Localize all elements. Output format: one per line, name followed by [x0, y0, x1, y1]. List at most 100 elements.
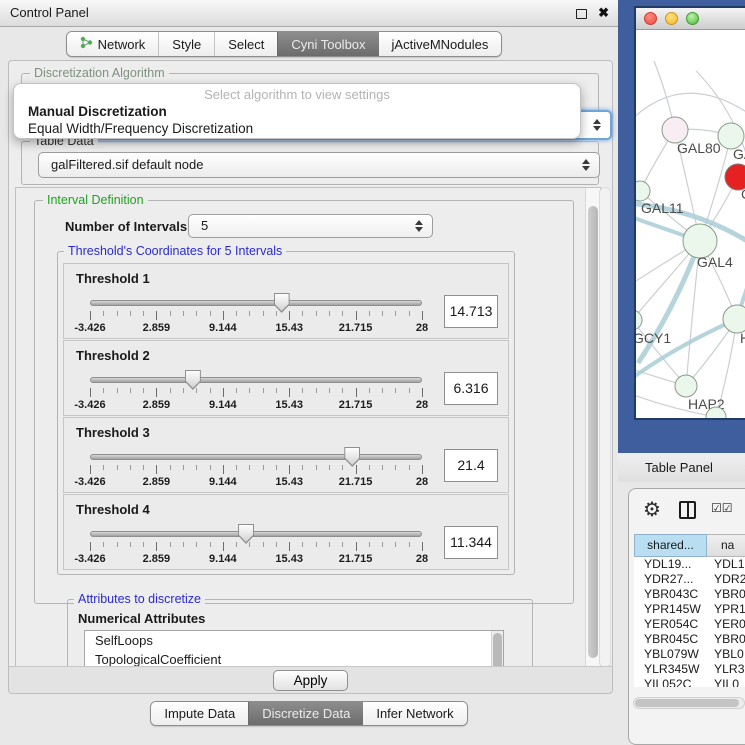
- network-canvas[interactable]: GAL80GALCGAL11GAL4GCY1HHAP2: [636, 31, 745, 418]
- outer-scrollbar[interactable]: [599, 187, 611, 668]
- attribute-list-item[interactable]: SelfLoops: [85, 631, 503, 650]
- dropdown-option-manual-discretization[interactable]: Manual Discretization: [28, 104, 167, 119]
- tab-network[interactable]: Network: [67, 32, 159, 56]
- traffic-light-close-icon[interactable]: [644, 12, 657, 25]
- scrollpane-scrollbar[interactable]: [585, 188, 600, 667]
- table-row[interactable]: YDR27...YDR2: [634, 572, 745, 587]
- table-data-group: Table Data galFiltered.sif default node: [21, 141, 599, 185]
- column-header-na[interactable]: na: [707, 534, 745, 557]
- scrollbar-thumb[interactable]: [588, 206, 598, 658]
- slider-tick-labels: -3.4262.8599.14415.4321.71528: [90, 553, 422, 567]
- table-row[interactable]: YBR043CYBR0: [634, 587, 745, 602]
- table-hscrollbar[interactable]: [633, 697, 745, 709]
- network-node-gcy1[interactable]: [636, 310, 642, 330]
- network-node-gal4[interactable]: [683, 224, 717, 258]
- tab-label: Select: [228, 37, 264, 52]
- slider-handle[interactable]: [185, 370, 201, 390]
- threshold-row-2: Threshold 2-3.4262.8599.14415.4321.71528…: [63, 340, 509, 416]
- number-of-intervals-spinner[interactable]: 5: [188, 214, 433, 238]
- slider-track[interactable]: [90, 300, 422, 306]
- traffic-light-zoom-icon[interactable]: [686, 12, 699, 25]
- slider-tick-labels: -3.4262.8599.14415.4321.71528: [90, 399, 422, 413]
- network-node-hap2[interactable]: [675, 375, 697, 397]
- threshold-value-field[interactable]: 21.4: [444, 449, 498, 482]
- tab-label: Infer Network: [376, 706, 453, 721]
- attributes-group: Attributes to discretize Numerical Attri…: [67, 599, 533, 668]
- attributes-group-label: Attributes to discretize: [74, 592, 205, 606]
- table-panel-titlebar: Table Panel: [618, 453, 745, 482]
- apply-button[interactable]: Apply: [273, 670, 349, 691]
- numerical-attributes-label: Numerical Attributes: [78, 611, 205, 626]
- table-row[interactable]: YBR045CYBR0: [634, 632, 745, 647]
- table-row[interactable]: YIL052CYIL0: [634, 677, 745, 687]
- table-data-combobox[interactable]: galFiltered.sif default node: [38, 152, 600, 178]
- slider-ticks: [90, 542, 422, 552]
- cell-name: YBR0: [707, 632, 745, 647]
- tab-infer-network[interactable]: Infer Network: [363, 702, 466, 725]
- network-desktop: GAL80GALCGAL11GAL4GCY1HHAP2: [618, 0, 745, 453]
- column-header-shared[interactable]: shared...: [634, 534, 707, 557]
- threshold-slider: -3.4262.8599.14415.4321.71528: [78, 446, 434, 492]
- settings-scrollpane: Interval Definition Number of Intervals …: [15, 187, 601, 668]
- threshold-value-field[interactable]: 11.344: [444, 526, 498, 559]
- slider-track[interactable]: [90, 454, 422, 460]
- node-label: GAL11: [641, 200, 684, 216]
- tab-cyni-toolbox[interactable]: Cyni Toolbox: [277, 32, 378, 56]
- cell-name: YER0: [707, 617, 745, 632]
- spinner-arrows-icon: [415, 219, 423, 233]
- table-row[interactable]: YLR345WYLR3: [634, 662, 745, 677]
- gear-icon[interactable]: ⚙: [643, 496, 661, 524]
- network-node-h[interactable]: [723, 305, 745, 333]
- tab-label: Network: [98, 37, 146, 52]
- thresholds-group: Threshold's Coordinates for 5 Intervals …: [57, 251, 515, 575]
- column-layout-icon[interactable]: [679, 501, 696, 519]
- table-row[interactable]: YBL079WYBL0: [634, 647, 745, 662]
- network-window-titlebar[interactable]: [636, 8, 745, 30]
- cell-name: YBR0: [707, 587, 745, 602]
- cell-shared-name: YIL052C: [634, 677, 707, 687]
- cell-name: YDL1: [707, 557, 745, 572]
- dropdown-option-equal-width-frequency[interactable]: Equal Width/Frequency Discretization: [28, 121, 253, 136]
- algorithm-dropdown-popup: Select algorithm to view settings Manual…: [13, 83, 581, 139]
- list-scrollbar[interactable]: [491, 631, 503, 668]
- hscrollbar-thumb[interactable]: [635, 699, 739, 707]
- threshold-value-field[interactable]: 6.316: [444, 372, 498, 405]
- apply-bar: Apply: [9, 666, 612, 693]
- tab-impute-data[interactable]: Impute Data: [151, 702, 248, 725]
- network-edge[interactable]: [636, 93, 745, 123]
- select-columns-checkboxes-icon[interactable]: ☑☑: [711, 501, 733, 515]
- table-panel: ⚙ ☑☑ shared...na YDL19...YDL1YDR27...YDR…: [628, 488, 745, 745]
- slider-handle[interactable]: [344, 447, 360, 467]
- thresholds-group-label: Threshold's Coordinates for 5 Intervals: [64, 244, 286, 258]
- traffic-light-minimize-icon[interactable]: [665, 12, 678, 25]
- threshold-slider: -3.4262.8599.14415.4321.71528: [78, 369, 434, 415]
- float-window-icon[interactable]: [576, 9, 587, 19]
- threshold-row-1: Threshold 1-3.4262.8599.14415.4321.71528…: [63, 263, 509, 339]
- cell-name: YBL0: [707, 647, 745, 662]
- table-toolbar: ⚙ ☑☑: [629, 495, 745, 527]
- tab-jactivemnodules[interactable]: jActiveMNodules: [379, 32, 502, 56]
- cell-name: YIL0: [707, 677, 745, 687]
- threshold-value-field[interactable]: 14.713: [444, 295, 498, 328]
- cell-name: YDR2: [707, 572, 745, 587]
- tab-discretize-data[interactable]: Discretize Data: [248, 702, 363, 725]
- table-row[interactable]: YER054CYER0: [634, 617, 745, 632]
- top-tab-bar: Network Style Select Cyni ToolboxjActiveMNo…: [0, 31, 593, 57]
- cell-shared-name: YDR27...: [634, 572, 707, 587]
- tab-style[interactable]: Style: [158, 32, 214, 56]
- slider-ticks: [90, 388, 422, 398]
- network-edge-thick[interactable]: [636, 319, 737, 381]
- slider-handle[interactable]: [238, 524, 254, 544]
- table-row[interactable]: YPR145WYPR1: [634, 602, 745, 617]
- combo-arrows-icon: [593, 118, 601, 132]
- slider-track[interactable]: [90, 531, 422, 537]
- cell-shared-name: YDL19...: [634, 557, 707, 572]
- close-icon[interactable]: ✖: [598, 0, 609, 26]
- slider-handle[interactable]: [274, 293, 290, 313]
- slider-track[interactable]: [90, 377, 422, 383]
- scrollbar-thumb[interactable]: [493, 633, 502, 668]
- numerical-attributes-list[interactable]: SelfLoopsTopologicalCoefficientBetweenne…: [84, 630, 504, 668]
- threshold-row-3: Threshold 3-3.4262.8599.14415.4321.71528…: [63, 417, 509, 493]
- table-row[interactable]: YDL19...YDL1: [634, 557, 745, 572]
- tab-select[interactable]: Select: [214, 32, 277, 56]
